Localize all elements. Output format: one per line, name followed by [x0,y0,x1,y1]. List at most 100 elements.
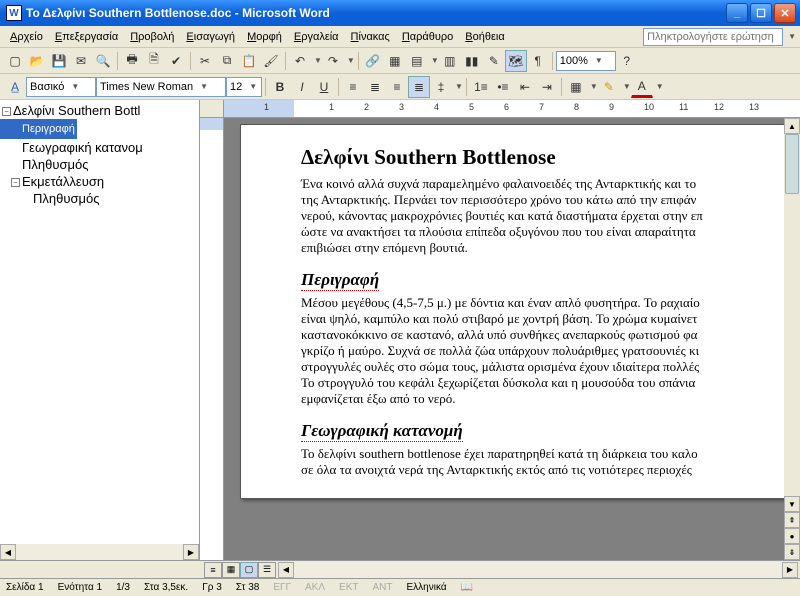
scroll-track[interactable] [294,562,782,578]
menu-window[interactable]: Παράθυρο [396,29,459,45]
copy-icon[interactable]: ⧉ [216,50,238,72]
view-buttons: ≡ ▦ ▢ ☰ [204,562,276,578]
scroll-track[interactable] [784,194,800,496]
new-doc-icon[interactable]: ▢ [4,50,26,72]
web-view-icon[interactable]: ▦ [222,562,240,578]
borders-dropdown[interactable]: ▼ [587,82,598,91]
zoom-select[interactable]: 100%▼ [556,51,616,71]
prev-page-icon[interactable]: ⇞ [784,512,800,528]
cut-icon[interactable]: ✂ [194,50,216,72]
browse-object-icon[interactable]: ● [784,528,800,544]
highlight-icon[interactable]: ✎ [598,76,620,98]
mail-icon[interactable]: ✉ [70,50,92,72]
outline-root[interactable]: −Δελφίνι Southern Bottl [0,102,199,119]
size-select[interactable]: 12▼ [226,77,262,97]
outline-item-population-2[interactable]: Πληθυσμός [0,190,199,207]
drawing-icon[interactable]: ✎ [483,50,505,72]
spellcheck-icon[interactable]: ✔ [165,50,187,72]
document-map-pane: −Δελφίνι Southern Bottl Περιγραφή Γεωγρα… [0,100,200,560]
numbering-icon[interactable]: 1≡ [470,76,492,98]
styles-pane-icon[interactable]: A̲ [4,76,26,98]
line-spacing-icon[interactable]: ‡ [430,76,452,98]
outdent-icon[interactable]: ⇤ [514,76,536,98]
redo-dropdown[interactable]: ▼ [344,56,355,65]
scroll-down-icon[interactable]: ▼ [784,496,800,512]
print-preview-icon[interactable]: 🗎 [143,50,165,72]
underline-button[interactable]: U [313,76,335,98]
doc-map-icon[interactable]: 🗺 [505,50,527,72]
undo-icon[interactable]: ↶ [289,50,311,72]
insert-table-icon[interactable]: ▤ [406,50,428,72]
outline-item-population[interactable]: Πληθυσμός [0,156,199,173]
help-search-input[interactable] [643,28,783,46]
outline-label: Πληθυσμός [22,157,88,172]
search-icon[interactable]: 🔍 [92,50,114,72]
table-dropdown[interactable]: ▼ [428,56,439,65]
help-dropdown-icon[interactable]: ▼ [785,32,796,41]
menu-table[interactable]: Πίνακας [345,29,396,45]
scroll-left-icon[interactable]: ◀ [278,562,294,578]
open-icon[interactable]: 📂 [26,50,48,72]
status-book-icon[interactable]: 📖 [461,582,473,593]
font-color-dropdown[interactable]: ▼ [653,82,664,91]
normal-view-icon[interactable]: ≡ [204,562,222,578]
outline-root-2[interactable]: −Εκμετάλλευση [0,173,199,190]
menu-edit[interactable]: Επεξεργασία [49,29,124,45]
columns-icon[interactable]: ▮▮ [461,50,483,72]
vertical-ruler[interactable] [200,118,224,560]
scroll-right-icon[interactable]: ▶ [782,562,798,578]
align-right-icon[interactable]: ≡ [386,76,408,98]
bold-button[interactable]: B [269,76,291,98]
scroll-left-icon[interactable]: ◀ [0,544,16,560]
menu-tools[interactable]: Εργαλεία [288,29,345,45]
close-button[interactable]: ✕ [774,3,796,23]
format-painter-icon[interactable]: 🖌 [260,50,282,72]
vertical-scrollbar[interactable]: ▲ ▼ ⇞ ● ⇟ [784,118,800,560]
print-layout-view-icon[interactable]: ▢ [240,562,258,578]
outline-item-description[interactable]: Περιγραφή [0,119,77,139]
paste-icon[interactable]: 📋 [238,50,260,72]
menu-insert[interactable]: Εισαγωγή [180,29,241,45]
scroll-up-icon[interactable]: ▲ [784,118,800,134]
indent-icon[interactable]: ⇥ [536,76,558,98]
menu-format[interactable]: Μορφή [241,29,288,45]
horizontal-ruler[interactable]: 1 1 2 3 4 5 6 7 8 9 10 11 12 13 [224,100,800,117]
document-page[interactable]: Δελφίνι Southern Bottlenose Ένα κοινό αλ… [240,124,800,499]
outline-item-geography[interactable]: Γεωγραφική κατανομ [0,139,199,156]
formatting-toolbar: A̲ Βασικό▼ Times New Roman▼ 12▼ B I U ≡ … [0,74,800,100]
align-left-icon[interactable]: ≡ [342,76,364,98]
align-justify-icon[interactable]: ≣ [408,76,430,98]
tables-borders-icon[interactable]: ▦ [384,50,406,72]
spacing-dropdown[interactable]: ▼ [452,82,463,91]
undo-dropdown[interactable]: ▼ [311,56,322,65]
minimize-button[interactable]: _ [726,3,748,23]
redo-icon[interactable]: ↷ [322,50,344,72]
menu-view[interactable]: Προβολή [124,29,180,45]
scroll-right-icon[interactable]: ▶ [183,544,199,560]
collapse-icon[interactable]: − [2,107,11,116]
bullets-icon[interactable]: •≡ [492,76,514,98]
menu-file[interactable]: Αρχείο [4,29,49,45]
italic-button[interactable]: I [291,76,313,98]
horizontal-scrollbar[interactable]: ◀ ▶ [278,562,798,578]
collapse-icon[interactable]: − [11,178,20,187]
font-color-icon[interactable]: A [631,76,653,98]
save-icon[interactable]: 💾 [48,50,70,72]
style-select[interactable]: Βασικό▼ [26,77,96,97]
highlight-dropdown[interactable]: ▼ [620,82,631,91]
print-icon[interactable]: 🖶 [121,50,143,72]
align-center-icon[interactable]: ≣ [364,76,386,98]
outline-view-icon[interactable]: ☰ [258,562,276,578]
scroll-thumb[interactable] [785,134,799,194]
page-viewport[interactable]: Δελφίνι Southern Bottlenose Ένα κοινό αλ… [224,118,800,560]
next-page-icon[interactable]: ⇟ [784,544,800,560]
show-para-icon[interactable]: ¶ [527,50,549,72]
scroll-track[interactable] [16,544,183,560]
excel-icon[interactable]: ▥ [439,50,461,72]
borders-icon[interactable]: ▦ [565,76,587,98]
hyperlink-icon[interactable]: 🔗 [362,50,384,72]
maximize-button[interactable]: ☐ [750,3,772,23]
font-select[interactable]: Times New Roman▼ [96,77,226,97]
help-icon[interactable]: ? [616,50,638,72]
menu-help[interactable]: Βοήθεια [459,29,510,45]
